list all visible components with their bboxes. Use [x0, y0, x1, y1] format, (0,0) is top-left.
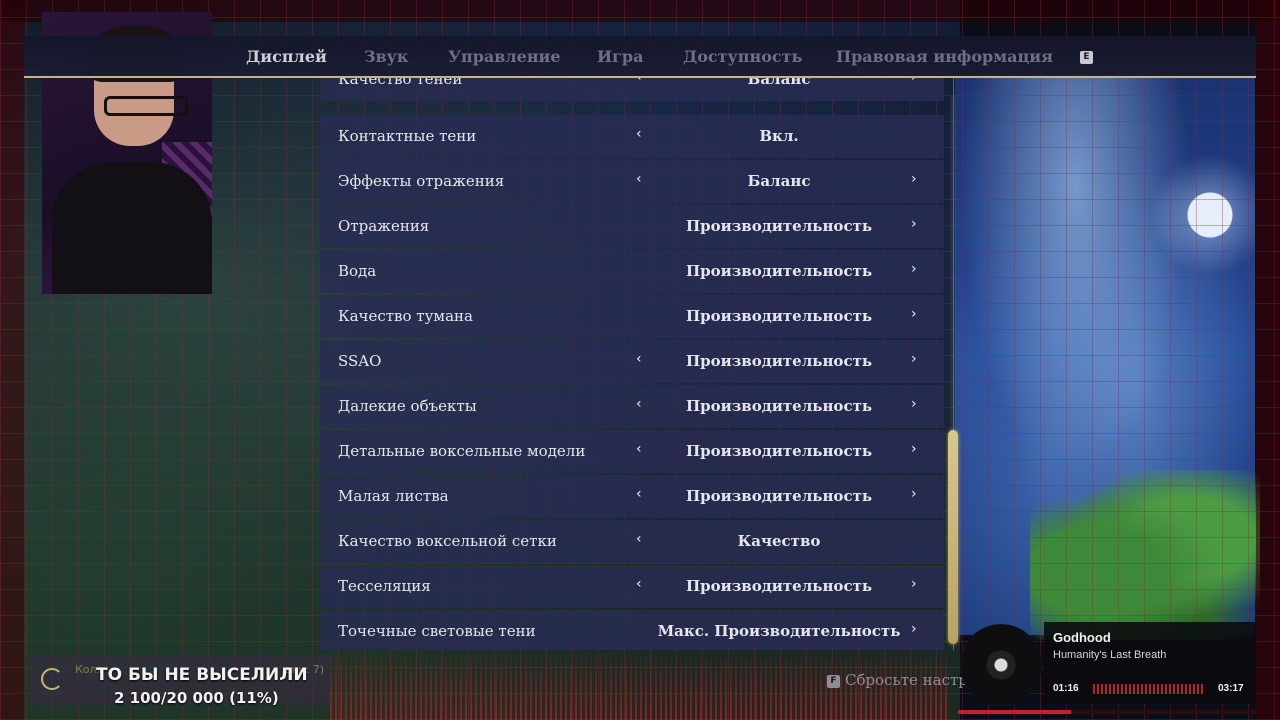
arrow-left-icon[interactable]: ‹: [636, 78, 642, 85]
arrow-right-icon[interactable]: ›: [911, 576, 917, 592]
setting-row-contact-shadows[interactable]: Контактные тени ‹ Вкл.: [320, 115, 944, 158]
tab-controls[interactable]: Управление: [448, 47, 561, 66]
setting-row-reflections[interactable]: Отражения Производительность ›: [320, 205, 944, 248]
setting-row-tessellation[interactable]: Тесселяция ‹ Производительность ›: [320, 565, 944, 608]
setting-value: Баланс: [747, 172, 811, 190]
setting-label: Детальные воксельные модели: [338, 442, 586, 460]
tab-accessibility[interactable]: Доступность: [683, 47, 802, 66]
setting-label: Тесселяция: [338, 577, 431, 595]
setting-value: Баланс: [747, 78, 811, 88]
setting-value: Вкл.: [759, 127, 799, 145]
arrow-right-icon[interactable]: ›: [911, 306, 917, 322]
arrow-left-icon[interactable]: ‹: [636, 396, 642, 412]
setting-row-shadow-quality[interactable]: Качество теней ‹ Баланс ›: [320, 78, 944, 101]
arrow-left-icon[interactable]: ‹: [636, 576, 642, 592]
arrow-right-icon[interactable]: ›: [911, 396, 917, 412]
arrow-left-icon[interactable]: ‹: [636, 351, 642, 367]
webcam-body: [52, 162, 212, 294]
setting-label: SSAO: [338, 352, 382, 370]
game-background-bush: [1030, 470, 1260, 640]
setting-value: Производительность: [685, 577, 873, 595]
reset-key-icon: F: [827, 675, 840, 688]
setting-label: Далекие объекты: [338, 397, 477, 415]
setting-label: Отражения: [338, 217, 430, 235]
stream-frame-right: [1256, 0, 1280, 720]
setting-row-reflection-effects[interactable]: Эффекты отражения ‹ Баланс ›: [320, 160, 944, 203]
next-tab-key-icon[interactable]: E: [1080, 51, 1093, 64]
setting-value: Производительность: [685, 217, 873, 235]
setting-row-point-light-shadows[interactable]: Точечные световые тени Макс. Производите…: [320, 610, 944, 650]
arrow-right-icon[interactable]: ›: [911, 486, 917, 502]
goal-title: ТО БЫ НЕ ВЫСЕЛИЛИ: [96, 665, 308, 685]
arrow-left-icon[interactable]: ‹: [636, 171, 642, 187]
setting-value: Макс. Производительность: [657, 622, 901, 640]
track-title: Godhood: [1053, 630, 1111, 645]
track-artist: Humanity's Last Breath: [1053, 649, 1167, 661]
settings-tab-bar: Дисплей Звук Управление Игра Доступность…: [24, 36, 1256, 78]
goal-amount: 2 100/20 000 (11%): [114, 689, 279, 707]
setting-label: Качество тумана: [338, 307, 473, 325]
setting-row-fog-quality[interactable]: Качество тумана Производительность ›: [320, 295, 944, 338]
setting-label: Качество теней: [338, 78, 463, 88]
setting-label: Контактные тени: [338, 127, 477, 145]
arrow-right-icon[interactable]: ›: [911, 78, 917, 85]
arrow-right-icon[interactable]: ›: [911, 171, 917, 187]
setting-label: Вода: [338, 262, 377, 280]
track-waveform: [1093, 684, 1205, 694]
setting-row-distant-objects[interactable]: Далекие объекты ‹ Производительность ›: [320, 385, 944, 428]
setting-value: Производительность: [685, 307, 873, 325]
arrow-right-icon[interactable]: ›: [911, 351, 917, 367]
setting-row-small-foliage[interactable]: Малая листва ‹ Производительность ›: [320, 475, 944, 518]
arrow-left-icon[interactable]: ‹: [636, 441, 642, 457]
setting-label: Точечные световые тени: [338, 622, 536, 640]
setting-row-detailed-voxel-models[interactable]: Детальные воксельные модели ‹ Производит…: [320, 430, 944, 473]
setting-row-ssao[interactable]: SSAO ‹ Производительность ›: [320, 340, 944, 383]
arrow-right-icon[interactable]: ›: [911, 621, 917, 637]
arrow-right-icon[interactable]: ›: [911, 441, 917, 457]
setting-value: Производительность: [685, 397, 873, 415]
stream-frame-left: [0, 0, 24, 720]
track-total-time: 03:17: [1218, 683, 1244, 694]
loading-spinner-icon: [41, 668, 63, 690]
tab-game[interactable]: Игра: [597, 47, 643, 66]
tab-display[interactable]: Дисплей: [246, 47, 327, 66]
reset-label: Сбросьте настр: [845, 671, 968, 689]
setting-value: Производительность: [685, 487, 873, 505]
arrow-left-icon[interactable]: ‹: [636, 486, 642, 502]
arrow-right-icon[interactable]: ›: [911, 216, 917, 232]
reset-settings-button[interactable]: F Сбросьте настр: [827, 671, 968, 689]
arrow-left-icon[interactable]: ‹: [636, 126, 642, 142]
tab-sound[interactable]: Звук: [364, 47, 408, 66]
track-current-time: 01:16: [1053, 683, 1079, 694]
scrollbar-thumb[interactable]: [948, 430, 958, 644]
arrow-left-icon[interactable]: ‹: [636, 531, 642, 547]
setting-label: Малая листва: [338, 487, 449, 505]
settings-list: Качество теней ‹ Баланс › Контактные тен…: [320, 78, 944, 650]
webcam-glasses: [104, 96, 188, 116]
setting-value: Качество: [737, 532, 821, 550]
arrow-right-icon[interactable]: ›: [911, 261, 917, 277]
setting-value: Производительность: [685, 262, 873, 280]
album-art-disc-icon: [960, 624, 1042, 706]
setting-row-voxel-mesh-quality[interactable]: Качество воксельной сетки ‹ Качество: [320, 520, 944, 563]
setting-row-water[interactable]: Вода Производительность ›: [320, 250, 944, 293]
setting-value: Производительность: [685, 352, 873, 370]
track-progress-fill: [958, 710, 1071, 714]
tab-legal[interactable]: Правовая информация: [836, 47, 1053, 66]
setting-value: Производительность: [685, 442, 873, 460]
setting-label: Эффекты отражения: [338, 172, 505, 190]
setting-label: Качество воксельной сетки: [338, 532, 557, 550]
